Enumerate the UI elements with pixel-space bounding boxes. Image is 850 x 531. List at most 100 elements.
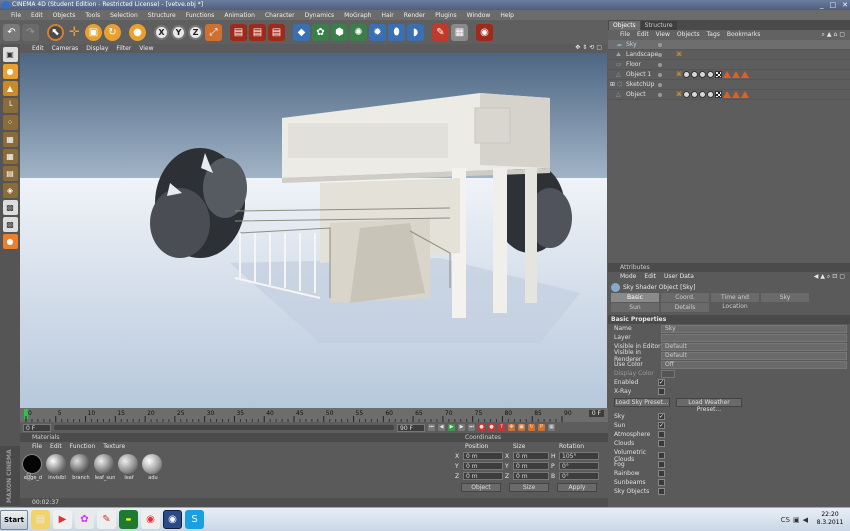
position-z-field[interactable]: 0 m <box>463 472 503 480</box>
position-y-field[interactable]: 0 m <box>463 462 503 470</box>
objects-menu-tags[interactable]: Tags <box>707 30 720 40</box>
move-key-icon[interactable]: ✥ <box>508 424 515 431</box>
autokey-icon[interactable]: ● <box>488 424 495 431</box>
coordinate-system-icon[interactable]: ⤢ <box>205 23 222 41</box>
prev-key-icon[interactable]: ◀ <box>438 424 445 431</box>
layer-browser-icon[interactable]: ▦ <box>451 23 468 41</box>
keyframe-icon[interactable]: ? <box>498 424 505 431</box>
materials-menu-edit[interactable]: Edit <box>50 442 62 451</box>
materials-menu-texture[interactable]: Texture <box>103 442 125 451</box>
enabled-checkbox[interactable]: ✓ <box>658 379 665 386</box>
close-button[interactable]: ✕ <box>842 0 848 10</box>
material-item[interactable]: adu <box>142 454 164 481</box>
tab-sun[interactable]: Sun <box>611 303 659 312</box>
objects-menu-objects[interactable]: Objects <box>677 30 700 40</box>
list-item[interactable]: ▭ Floor <box>608 60 850 70</box>
visible-renderer-dropdown[interactable]: Default <box>661 351 847 360</box>
live-selection-icon[interactable]: ⬉ <box>47 23 64 41</box>
system-clock[interactable]: 22:20 8.3.2011 <box>813 511 847 527</box>
render-picture-viewer-icon[interactable]: ▤ <box>249 23 266 41</box>
menu-window[interactable]: Window <box>462 12 496 19</box>
menu-objects[interactable]: Objects <box>48 12 81 19</box>
menu-dynamics[interactable]: Dynamics <box>300 12 340 19</box>
attributes-menu-edit[interactable]: Edit <box>644 272 656 282</box>
play-icon[interactable]: ▶ <box>448 424 455 431</box>
visible-editor-dropdown[interactable]: Default <box>661 342 847 351</box>
menu-mograph[interactable]: MoGraph <box>339 12 376 19</box>
objects-menu-edit[interactable]: Edit <box>637 30 649 40</box>
menu-tools[interactable]: Tools <box>80 12 105 19</box>
tab-basic[interactable]: Basic <box>611 293 659 302</box>
menu-functions[interactable]: Functions <box>181 12 220 19</box>
layer-field[interactable] <box>661 333 847 342</box>
position-x-field[interactable]: 0 m <box>463 452 503 460</box>
coordinate-mode-dropdown[interactable]: Object <box>461 483 501 492</box>
polygons-mode-icon[interactable]: ▦ <box>2 149 18 164</box>
size-z-field[interactable]: 0 m <box>513 472 549 480</box>
language-indicator[interactable]: CS <box>781 516 790 524</box>
volume-icon[interactable]: ◀ <box>803 516 808 524</box>
param-key-icon[interactable]: P <box>538 424 545 431</box>
x-axis-lock-icon[interactable]: X <box>154 24 169 40</box>
timeline-ruler[interactable]: 0 5 10 15 20 25 30 35 40 45 50 55 60 65 70 75 80 85 90 0 F <box>20 408 608 422</box>
tab-coord[interactable]: Coord. <box>661 293 709 302</box>
size-mode-dropdown[interactable]: Size <box>509 483 549 492</box>
scale-icon[interactable]: ▣ <box>85 23 102 41</box>
axis-mode-icon[interactable]: └ <box>2 98 18 113</box>
chrome-icon[interactable]: ◉ <box>141 510 160 529</box>
recent-tool-icon[interactable]: ● <box>129 23 146 41</box>
model-mode-icon[interactable]: ▣ <box>2 47 18 62</box>
maximize-button[interactable]: □ <box>830 0 837 10</box>
sky-checkbox[interactable]: ✓ <box>658 413 665 420</box>
tab-sky[interactable]: Sky <box>761 293 809 302</box>
viewport-menu-view[interactable]: View <box>139 45 153 52</box>
skype-icon[interactable]: S <box>185 510 204 529</box>
z-axis-lock-icon[interactable]: Z <box>188 24 203 40</box>
goto-start-icon[interactable]: ⏮ <box>428 424 435 431</box>
nurbs-icon[interactable]: ✿ <box>312 23 329 41</box>
sky-objects-checkbox[interactable] <box>658 488 665 495</box>
editor-icon[interactable]: ✎ <box>97 510 116 529</box>
environment-icon[interactable]: ⬮ <box>388 23 405 41</box>
paint-icon[interactable]: ✿ <box>75 510 94 529</box>
3d-viewport[interactable] <box>20 53 607 408</box>
attributes-menu-mode[interactable]: Mode <box>620 272 636 282</box>
list-item[interactable]: △ Object 1 ⌘ <box>608 70 850 80</box>
material-item[interactable]: branch <box>70 454 92 481</box>
rotate-icon[interactable]: ↻ <box>104 23 121 41</box>
snap-icon[interactable]: ▩ <box>2 200 18 215</box>
redo-icon[interactable]: ↷ <box>22 23 39 41</box>
list-item[interactable]: ⛰ Landscape ⌘ <box>608 50 850 60</box>
menu-file[interactable]: File <box>6 12 26 19</box>
start-frame-field[interactable]: 0 F <box>23 423 51 432</box>
y-axis-lock-icon[interactable]: Y <box>171 24 186 40</box>
sun-checkbox[interactable]: ✓ <box>658 422 665 429</box>
viewport-menu-cameras[interactable]: Cameras <box>52 45 79 52</box>
array-icon[interactable]: ⬢ <box>331 23 348 41</box>
load-sky-preset-button[interactable]: Load Sky Preset... <box>614 398 670 407</box>
undo-icon[interactable]: ↶ <box>3 23 20 41</box>
display-color-field[interactable] <box>661 369 675 378</box>
end-frame-field[interactable]: 90 F <box>397 423 425 432</box>
rotation-b-field[interactable]: 0° <box>559 472 599 480</box>
list-item[interactable]: ☁ Sky <box>608 40 850 50</box>
size-x-field[interactable]: 0 m <box>513 452 549 460</box>
tab-time-location[interactable]: Time and Location <box>711 293 759 310</box>
record-icon[interactable]: ● <box>478 424 485 431</box>
render-view-icon[interactable]: ▤ <box>230 23 247 41</box>
object-mode-icon[interactable]: ● <box>2 64 18 79</box>
menu-selection[interactable]: Selection <box>105 12 143 19</box>
use-color-dropdown[interactable]: Off <box>661 360 847 369</box>
time-range-slider[interactable] <box>54 425 394 430</box>
menu-hair[interactable]: Hair <box>376 12 398 19</box>
menu-render[interactable]: Render <box>399 12 430 19</box>
viewport-menu-display[interactable]: Display <box>86 45 108 52</box>
tab-details[interactable]: Details <box>661 303 709 312</box>
game-icon[interactable]: ▬ <box>119 510 138 529</box>
cinema4d-task-icon[interactable]: ◉ <box>163 510 182 529</box>
tweak-mode-icon[interactable]: ◈ <box>2 183 18 198</box>
rotation-p-field[interactable]: 0° <box>559 462 599 470</box>
menu-plugins[interactable]: Plugins <box>430 12 462 19</box>
volumetric-clouds-checkbox[interactable] <box>658 452 665 459</box>
edges-mode-icon[interactable]: ▦ <box>2 132 18 147</box>
